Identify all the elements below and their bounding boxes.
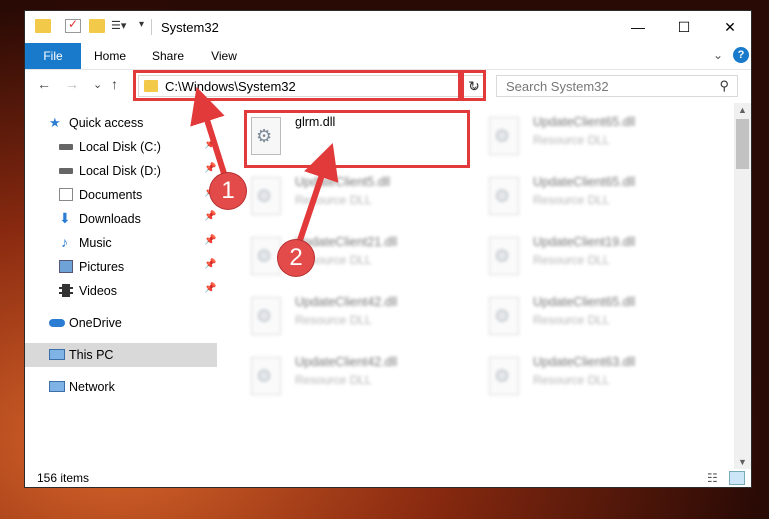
step-1-badge: 1 xyxy=(210,173,246,209)
step-2-badge: 2 xyxy=(278,240,314,276)
annotation-arrows xyxy=(190,86,339,253)
arrow-to-file xyxy=(293,142,339,253)
